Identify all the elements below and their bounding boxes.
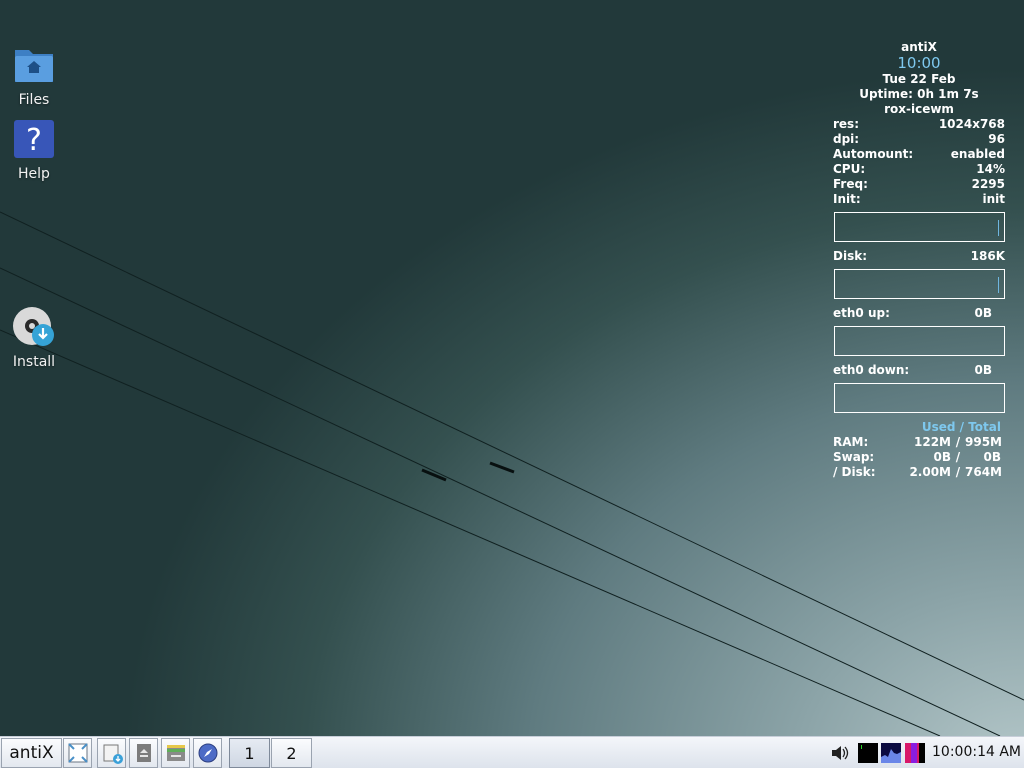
desktop: Files ? Help Install antiX 10:00 Tue 22 (0, 0, 1024, 736)
desktop-icon-label: Files (18, 92, 50, 108)
desktop-icon-install[interactable]: Install (4, 306, 64, 370)
svg-text:?: ? (26, 123, 42, 158)
mem-header: Used / Total (921, 420, 1001, 434)
network-monitor-icon[interactable] (858, 743, 878, 763)
mem-total: 764M (965, 465, 1002, 479)
show-desktop-icon[interactable] (63, 738, 92, 768)
mem-sep: / (955, 450, 961, 464)
cpu-graph (834, 212, 1005, 242)
mem-used: 2.00M (909, 465, 951, 479)
mem-total: 995M (965, 435, 1002, 449)
conky-session: rox-icewm (884, 102, 954, 116)
workspace-1-button[interactable]: 1 (229, 738, 270, 768)
disk-graph (834, 269, 1005, 299)
browser-icon[interactable] (193, 738, 222, 768)
conky-stat-automount: Automount: enabled (833, 147, 1005, 162)
eth-up-graph (834, 326, 1005, 356)
conky-stat-res: res: 1024x768 (833, 117, 1005, 132)
stat-key: res: (833, 117, 859, 131)
desktop-icon-files[interactable]: Files (4, 44, 64, 108)
mem-sep: / (955, 465, 961, 479)
desktop-icon-label: Install (12, 354, 56, 370)
stat-key: Automount: (833, 147, 914, 161)
mem-sep: / (955, 435, 961, 449)
mem-used: 0B (933, 450, 952, 464)
volume-icon[interactable] (830, 743, 850, 763)
stat-value: 14% (976, 162, 1005, 176)
conky-disk: Disk: 186K (833, 249, 1005, 264)
cpu-monitor-icon[interactable] (881, 743, 901, 763)
conky-stat-dpi: dpi: 96 (833, 132, 1005, 147)
stat-key: eth0 up: (833, 306, 890, 320)
stat-key: CPU: (833, 162, 866, 176)
stat-key: Disk: (833, 249, 867, 263)
conky-eth-up: eth0 up: 0B (833, 306, 1005, 321)
stat-value: 186K (970, 249, 1005, 263)
stat-key: eth0 down: (833, 363, 910, 377)
file-manager-icon[interactable] (97, 738, 126, 768)
stat-value: 2295 (971, 177, 1005, 191)
conky-system-monitor: antiX 10:00 Tue 22 Feb Uptime: 0h 1m 7s … (833, 40, 1005, 480)
conky-stat-init: Init: init (833, 192, 1005, 207)
conky-date: Tue 22 Feb (882, 72, 956, 86)
workspace-2-button[interactable]: 2 (271, 738, 312, 768)
stat-value: enabled (950, 147, 1005, 161)
conky-eth-down: eth0 down: 0B (833, 363, 1005, 378)
mem-key: Swap: (833, 450, 875, 464)
stat-value: init (982, 192, 1005, 206)
taskbar: antiX 1 2 10:00:14 AM (0, 736, 1024, 768)
control-centre-icon[interactable] (161, 738, 190, 768)
conky-stat-cpu: CPU: 14% (833, 162, 1005, 177)
conky-distro: antiX (901, 40, 937, 54)
desktop-icon-help[interactable]: ? Help (4, 118, 64, 182)
stat-value: 96 (988, 132, 1005, 146)
help-icon: ? (13, 118, 55, 160)
mem-used: 122M (914, 435, 951, 449)
conky-uptime: Uptime: 0h 1m 7s (859, 87, 979, 101)
mem-key: / Disk: (833, 465, 876, 479)
stat-key: Init: (833, 192, 861, 206)
desktop-icon-label: Help (18, 166, 50, 182)
conky-stat-freq: Freq: 2295 (833, 177, 1005, 192)
eject-icon[interactable] (129, 738, 158, 768)
taskbar-clock[interactable]: 10:00:14 AM (932, 737, 1021, 768)
memory-monitor-icon[interactable] (905, 743, 925, 763)
eth-down-graph (834, 383, 1005, 413)
mem-row-ram: RAM: 122M / 995M (833, 435, 1005, 450)
mem-row-disk: / Disk: 2.00M / 764M (833, 465, 1005, 480)
stat-value: 0B (974, 306, 993, 320)
stat-value: 1024x768 (938, 117, 1005, 131)
stat-value: 0B (974, 363, 993, 377)
folder-home-icon (13, 44, 55, 86)
mem-total: 0B (983, 450, 1002, 464)
install-disc-icon (13, 306, 55, 348)
start-menu-button[interactable]: antiX (1, 738, 62, 768)
conky-time: 10:00 (897, 54, 941, 72)
stat-key: dpi: (833, 132, 860, 146)
mem-key: RAM: (833, 435, 869, 449)
stat-key: Freq: (833, 177, 868, 191)
mem-row-swap: Swap: 0B / 0B (833, 450, 1005, 465)
